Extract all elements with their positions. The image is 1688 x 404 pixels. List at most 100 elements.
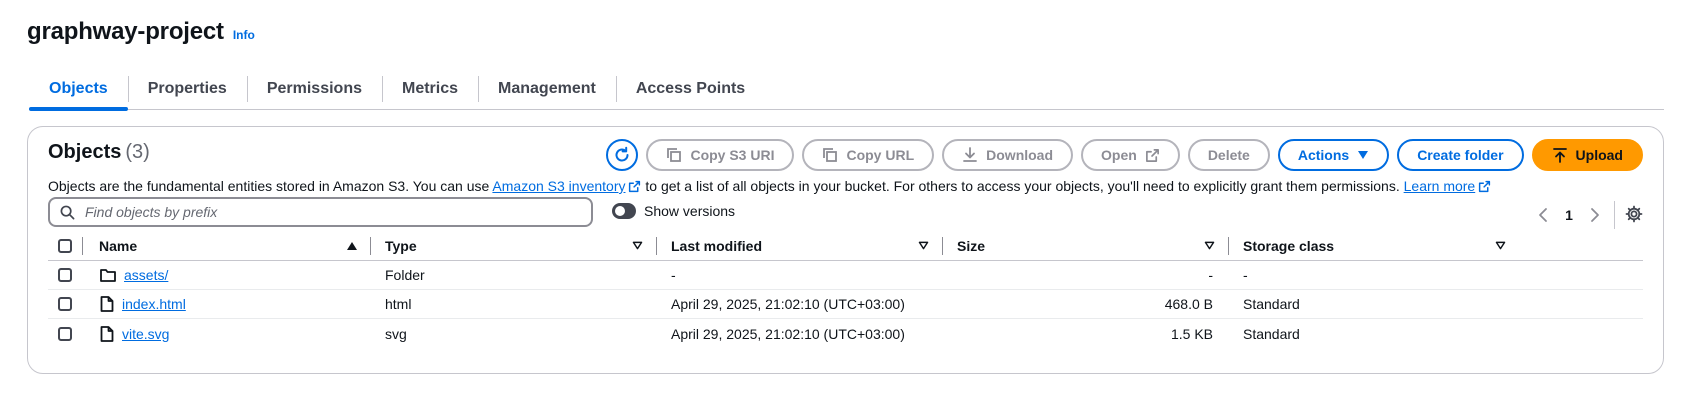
column-storage-class[interactable]: Storage class [1243, 231, 1334, 260]
table-row[interactable]: assets/ Folder - - - [48, 261, 1643, 290]
name-cell: vite.svg [100, 319, 169, 348]
last-modified-cell: April 29, 2025, 21:02:10 (UTC+03:00) [671, 296, 905, 312]
row-checkbox[interactable] [58, 319, 72, 348]
tab-permissions[interactable]: Permissions [246, 68, 382, 110]
tab-bar: Objects Properties Permissions Metrics M… [29, 68, 1664, 111]
column-divider [1228, 237, 1229, 255]
download-icon [963, 147, 978, 162]
tab-metrics[interactable]: Metrics [381, 68, 478, 110]
open-button[interactable]: Open [1081, 139, 1180, 171]
search-input[interactable]: Find objects by prefix [48, 197, 593, 227]
search-placeholder: Find objects by prefix [85, 204, 218, 220]
select-all-checkbox[interactable] [58, 231, 72, 260]
name-cell: assets/ [100, 261, 168, 289]
object-link[interactable]: vite.svg [122, 326, 169, 342]
copy-url-label: Copy URL [846, 147, 915, 163]
column-last-modified[interactable]: Last modified [671, 231, 762, 260]
tab-properties[interactable]: Properties [127, 68, 247, 110]
gear-icon [1625, 205, 1643, 222]
table-row[interactable]: index.html html April 29, 2025, 21:02:10… [48, 290, 1643, 319]
pagination-divider [1614, 201, 1615, 229]
sort-ascending-icon[interactable] [346, 231, 358, 260]
show-versions-toggle[interactable]: Show versions [612, 203, 735, 219]
refresh-icon [615, 146, 629, 162]
preferences-button[interactable] [1625, 205, 1643, 226]
checkbox[interactable] [58, 268, 72, 282]
storage-class-cell: Standard [1243, 325, 1300, 342]
upload-label: Upload [1575, 147, 1623, 163]
tab-management[interactable]: Management [478, 68, 616, 110]
last-modified-cell: - [671, 267, 676, 283]
upload-button[interactable]: Upload [1531, 139, 1643, 171]
pagination: 1 [1530, 201, 1643, 229]
description-text: Objects are the fundamental entities sto… [48, 178, 493, 194]
inventory-link[interactable]: Amazon S3 inventory [492, 178, 625, 194]
objects-panel: Objects (3) Copy S3 URI Copy URL Downloa… [27, 126, 1664, 374]
objects-header: Objects (3) [48, 141, 150, 164]
column-divider [656, 237, 657, 255]
objects-toolbar: Copy S3 URI Copy URL Download Open Delet… [606, 139, 1643, 171]
create-folder-label: Create folder [1417, 147, 1504, 163]
checkbox[interactable] [58, 238, 72, 253]
page-number[interactable]: 1 [1556, 207, 1582, 223]
table-header: Name Type Last modified Size Storage cla… [48, 231, 1643, 261]
checkbox[interactable] [58, 326, 72, 341]
objects-table: Name Type Last modified Size Storage cla… [48, 231, 1643, 348]
create-folder-button[interactable]: Create folder [1397, 139, 1524, 171]
learn-more-link[interactable]: Learn more [1404, 178, 1476, 194]
object-link[interactable]: assets/ [124, 267, 168, 283]
type-cell: svg [385, 325, 407, 342]
tab-objects[interactable]: Objects [29, 68, 128, 111]
tab-access-points[interactable]: Access Points [615, 68, 765, 110]
next-page-button[interactable] [1582, 207, 1608, 223]
download-button[interactable]: Download [942, 139, 1074, 171]
table-row[interactable]: vite.svg svg April 29, 2025, 21:02:10 (U… [48, 319, 1643, 348]
page-header: graphway-project Info [27, 18, 255, 46]
objects-description: Objects are the fundamental entities sto… [48, 178, 1491, 194]
column-divider [82, 237, 83, 255]
external-link-icon [1479, 180, 1491, 193]
column-name[interactable]: Name [99, 231, 137, 260]
name-cell: index.html [100, 290, 186, 318]
object-link[interactable]: index.html [122, 296, 186, 312]
info-link[interactable]: Info [233, 28, 255, 42]
search-icon [60, 205, 75, 219]
sort-caret-icon[interactable] [918, 231, 929, 260]
copy-url-button[interactable]: Copy URL [802, 139, 935, 171]
open-label: Open [1101, 147, 1137, 163]
file-icon [100, 296, 114, 312]
size-cell: - [1208, 267, 1213, 283]
chevron-right-icon [1591, 208, 1599, 222]
column-size[interactable]: Size [957, 231, 985, 260]
previous-page-button[interactable] [1530, 207, 1556, 223]
last-modified-cell: April 29, 2025, 21:02:10 (UTC+03:00) [671, 325, 905, 342]
description-text-2: to get a list of all objects in your buc… [641, 178, 1404, 194]
size-cell: 468.0 B [1164, 296, 1213, 312]
row-checkbox[interactable] [58, 290, 72, 318]
page-title: graphway-project [27, 18, 224, 45]
storage-class-cell: - [1243, 267, 1248, 283]
sort-caret-icon[interactable] [1495, 231, 1506, 260]
checkbox[interactable] [58, 297, 72, 311]
storage-class-cell: Standard [1243, 296, 1300, 312]
download-label: Download [986, 147, 1054, 163]
actions-dropdown[interactable]: Actions [1277, 139, 1390, 171]
objects-count: (3) [125, 141, 150, 163]
sort-caret-icon[interactable] [632, 231, 643, 260]
row-checkbox[interactable] [58, 261, 72, 289]
column-type[interactable]: Type [385, 231, 417, 260]
size-cell: 1.5 KB [1170, 325, 1213, 342]
sort-caret-icon[interactable] [1204, 231, 1215, 260]
external-link-icon [629, 180, 641, 193]
copy-icon [667, 148, 682, 162]
toggle-switch[interactable] [612, 203, 636, 219]
file-icon [100, 325, 114, 342]
copy-s3-uri-button[interactable]: Copy S3 URI [646, 139, 795, 171]
column-divider [942, 237, 943, 255]
refresh-button[interactable] [606, 139, 639, 171]
copy-s3-uri-label: Copy S3 URI [690, 147, 775, 163]
objects-title: Objects [48, 141, 122, 163]
caret-down-icon [1358, 151, 1369, 159]
delete-button[interactable]: Delete [1187, 139, 1270, 171]
type-cell: html [385, 296, 412, 312]
